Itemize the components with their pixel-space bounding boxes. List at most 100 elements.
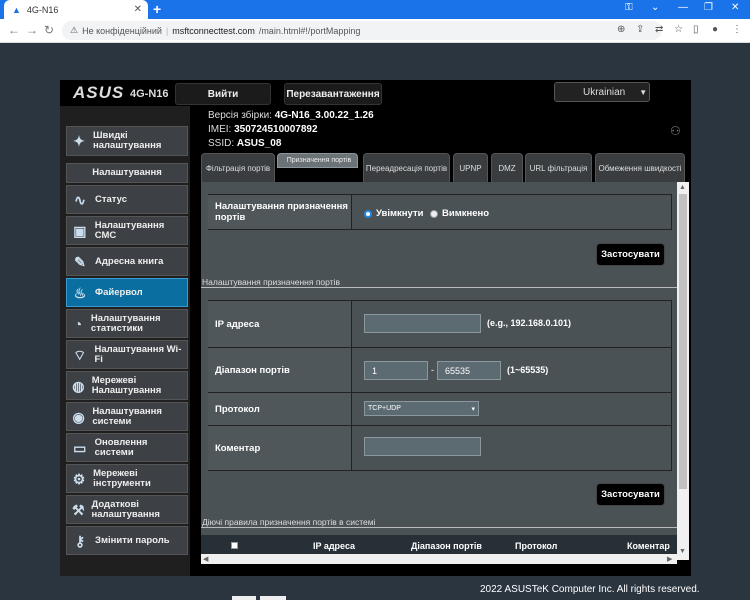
scroll-thumb[interactable] xyxy=(679,194,687,489)
scroll-down-icon[interactable]: ▼ xyxy=(679,548,686,555)
chevron-down-icon[interactable]: ⌄ xyxy=(651,2,659,13)
horizontal-scrollbar[interactable]: ◀ ▶ xyxy=(201,554,677,564)
ssid-value: ASUS_08 xyxy=(236,138,282,149)
port-from-input[interactable]: 1 xyxy=(364,361,428,380)
protocol-value: TCP+UDP xyxy=(368,405,401,412)
scroll-left-icon[interactable]: ◀ xyxy=(203,555,208,563)
warning-icon: ⚠ xyxy=(70,25,79,35)
protocol-select[interactable]: TCP+UDP ▾ xyxy=(364,401,479,416)
col-ip: IP адреса xyxy=(313,541,356,551)
vertical-scrollbar[interactable]: ▲ ▼ xyxy=(677,182,689,560)
tab-upnp[interactable]: UPNP xyxy=(453,153,488,182)
book-icon: ✎ xyxy=(74,253,86,270)
maximize-button[interactable]: ❐ xyxy=(704,2,713,13)
menu-icon[interactable]: ⋮ xyxy=(732,24,742,35)
select-all-checkbox[interactable] xyxy=(231,542,238,549)
radio-disable-label: Вимкнено xyxy=(442,208,490,219)
quick-setup-label: Швидкі налаштування xyxy=(93,130,162,151)
monitor-icon: ▭ xyxy=(73,439,87,456)
tab-port-filter[interactable]: Фільтрація портів xyxy=(201,153,275,182)
radio-off-icon xyxy=(430,209,438,218)
sidebar-label: Налаштування СМС xyxy=(94,219,165,241)
asus-logo: ASUS xyxy=(73,83,125,102)
logout-button[interactable]: Вийти xyxy=(175,83,271,105)
radio-enable-label: Увімкнути xyxy=(376,208,424,219)
protocol-label: Протокол xyxy=(208,393,352,425)
zoom-icon[interactable]: ⊕ xyxy=(617,24,625,35)
port-to-input[interactable]: 65535 xyxy=(437,361,501,380)
sidepanel-icon[interactable]: ▯ xyxy=(693,24,699,35)
translate-icon[interactable]: ⇄ xyxy=(655,24,663,35)
radio-enable[interactable]: Увімкнути xyxy=(364,208,423,219)
tab-dmz[interactable]: DMZ xyxy=(491,153,523,182)
sidebar-label: Змінити пароль xyxy=(95,534,170,546)
minimize-button[interactable]: — xyxy=(678,2,688,13)
sidebar-item-sms[interactable]: ▣ Налаштування СМС xyxy=(66,216,188,245)
new-tab-button[interactable]: + xyxy=(153,1,161,17)
tab-title: 4G-N16 xyxy=(26,4,59,15)
tab-port-mapping[interactable]: Призначення портів xyxy=(277,153,358,168)
reload-icon[interactable]: ↻ xyxy=(44,23,54,37)
close-window-button[interactable]: ✕ xyxy=(731,2,739,13)
scroll-right-icon[interactable]: ▶ xyxy=(667,555,672,563)
radio-disable[interactable]: Вимкнено xyxy=(430,208,489,219)
scroll-up-icon[interactable]: ▲ xyxy=(679,184,686,191)
close-tab-icon[interactable]: ✕ xyxy=(134,4,142,15)
quick-setup-button[interactable]: ✦ Швидкі налаштування xyxy=(66,126,188,156)
settings-header: Налаштування xyxy=(66,163,188,183)
back-icon[interactable]: ← xyxy=(8,23,20,37)
forward-icon[interactable]: → xyxy=(26,23,38,37)
sidebar-item-status[interactable]: ∿ Статус xyxy=(66,185,188,214)
system-globe-icon: ◉ xyxy=(72,408,85,425)
security-warning: Не конфіденційний xyxy=(82,25,162,36)
language-select[interactable]: Ukrainian ▼ xyxy=(554,82,650,102)
chat-icon: ▣ xyxy=(73,222,87,239)
browser-tab[interactable]: ▲ 4G-N16 ✕ xyxy=(4,0,148,19)
apply-button[interactable]: Застосувати xyxy=(596,243,665,266)
sidebar-item-firewall[interactable]: ♨ Файервол xyxy=(66,278,188,307)
settings-header-label: Налаштування xyxy=(92,167,162,178)
bottom-tab-a xyxy=(232,596,256,600)
col-range: Діапазон портів xyxy=(411,541,482,551)
profile-icon[interactable]: ● xyxy=(712,24,718,35)
col-comment: Коментар xyxy=(627,541,670,551)
comment-input[interactable] xyxy=(364,437,481,456)
sidebar-item-advanced[interactable]: ⚒ Додаткові налаштування xyxy=(66,495,188,524)
wand-icon: ✦ xyxy=(73,133,85,149)
dropdown-arrow-icon: ▼ xyxy=(639,87,648,97)
select-arrow-icon: ▾ xyxy=(471,405,475,413)
sidebar-label: Налаштування Wi-Fi xyxy=(94,343,182,365)
tab-speed-limit[interactable]: Обмеження швидкості xyxy=(595,153,685,182)
sidebar-item-system[interactable]: ◉ Налаштування системи xyxy=(66,402,188,431)
sidebar-item-tools[interactable]: ⚙ Мережеві інструменти xyxy=(66,464,188,493)
lock-icon: ⚷ xyxy=(74,532,86,549)
sidebar-item-statistics[interactable]: ◔ Налаштування статистики xyxy=(66,309,188,338)
star-icon[interactable]: ☆ xyxy=(674,24,683,35)
wifi-icon: ⌔ xyxy=(73,346,87,363)
key-icon[interactable]: ⚿ xyxy=(625,2,633,13)
sidebar-item-wifi[interactable]: ⌔ Налаштування Wi-Fi xyxy=(66,340,188,369)
sidebar-label: Налаштування статистики xyxy=(90,312,161,334)
bottom-tab-b xyxy=(260,596,286,600)
tab-port-forwarding[interactable]: Переадресація портів xyxy=(363,153,450,182)
sidebar-label: Додаткові налаштування xyxy=(91,498,160,520)
gauge-icon: ◔ xyxy=(73,315,83,332)
sidebar-label: Налаштування системи xyxy=(92,405,162,427)
tab-url-filter[interactable]: URL фільтрація xyxy=(525,153,592,182)
gear-icon: ⚙ xyxy=(72,470,86,487)
users-icon[interactable]: ⚇ xyxy=(670,124,681,138)
sidebar-item-phonebook[interactable]: ✎ Адресна книга xyxy=(66,247,188,276)
share-icon[interactable]: ⇪ xyxy=(636,24,644,35)
ip-input[interactable] xyxy=(364,314,481,333)
sidebar-item-update[interactable]: ▭ Оновлення системи xyxy=(66,433,188,462)
range-label: Діапазон портів xyxy=(208,348,352,392)
url-field[interactable]: ⚠ Не конфіденційний | msftconnecttest.co… xyxy=(62,21,662,40)
apply-button-2[interactable]: Застосувати xyxy=(596,483,665,506)
sidebar-item-network[interactable]: ◍ Мережеві Налаштування xyxy=(66,371,188,400)
reboot-button[interactable]: Перезавантаження xyxy=(284,83,382,105)
rules-title: Діючі правила призначення портів в систе… xyxy=(201,517,677,528)
radio-on-icon xyxy=(364,209,372,218)
sidebar-item-password[interactable]: ⚷ Змінити пароль xyxy=(66,526,188,555)
sidebar-label: Адресна книга xyxy=(95,255,164,267)
model-name: 4G-N16 xyxy=(130,88,169,100)
